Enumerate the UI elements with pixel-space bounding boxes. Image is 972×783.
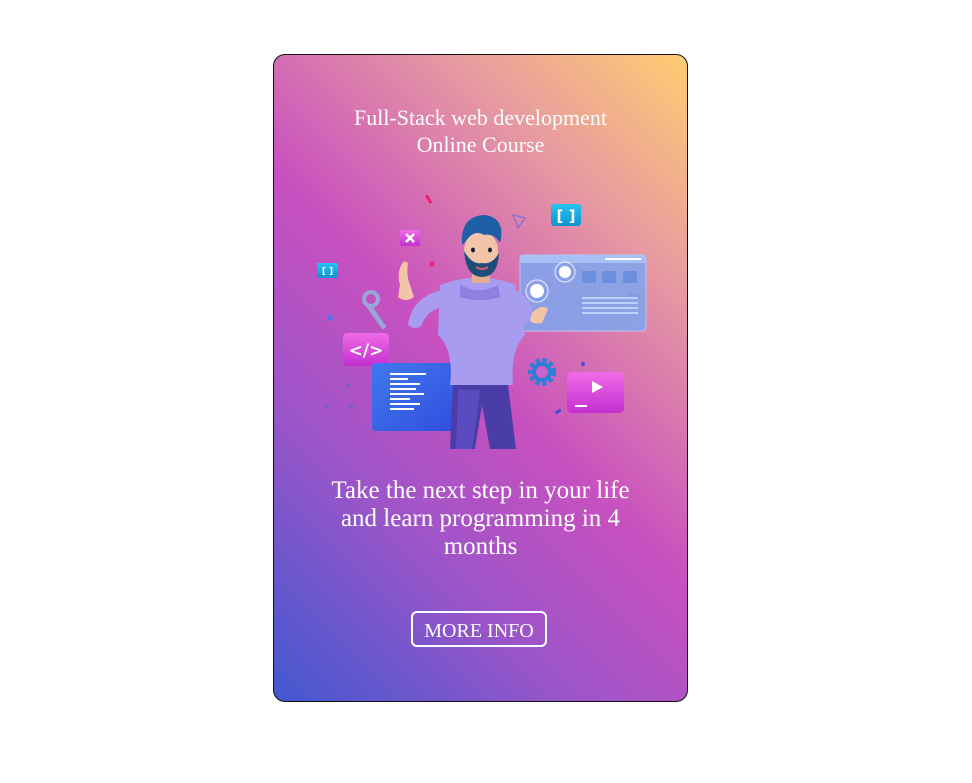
close-icon	[400, 230, 420, 246]
tagline-line2: and learn programming in 4	[340, 505, 621, 532]
svg-text:</>: </>	[349, 341, 384, 361]
gear-icon	[528, 358, 556, 386]
card-title-line1: Full-Stack web development	[354, 105, 607, 130]
svg-text:[ ]: [ ]	[557, 207, 576, 225]
wrench-icon	[362, 290, 387, 330]
small-brackets-icon: [ ]	[317, 263, 338, 278]
brackets-icon: [ ]	[551, 204, 581, 226]
more-info-button[interactable]: MORE INFO	[411, 611, 547, 647]
course-card: Full-Stack web development Online Course	[273, 54, 688, 702]
developer-illustration: [ ] [ ] </>	[317, 194, 647, 449]
tagline: Take the next step in your life and lear…	[314, 477, 647, 561]
card-title: Full-Stack web development Online Course	[274, 104, 687, 158]
card-title-line2: Online Course	[416, 132, 545, 157]
play-icon	[567, 372, 624, 413]
tagline-line3: months	[443, 533, 518, 560]
code-tag-icon: </>	[343, 333, 389, 366]
svg-text:[ ]: [ ]	[322, 267, 333, 277]
code-document-icon	[372, 363, 454, 431]
tagline-line1: Take the next step in your life	[331, 477, 630, 504]
